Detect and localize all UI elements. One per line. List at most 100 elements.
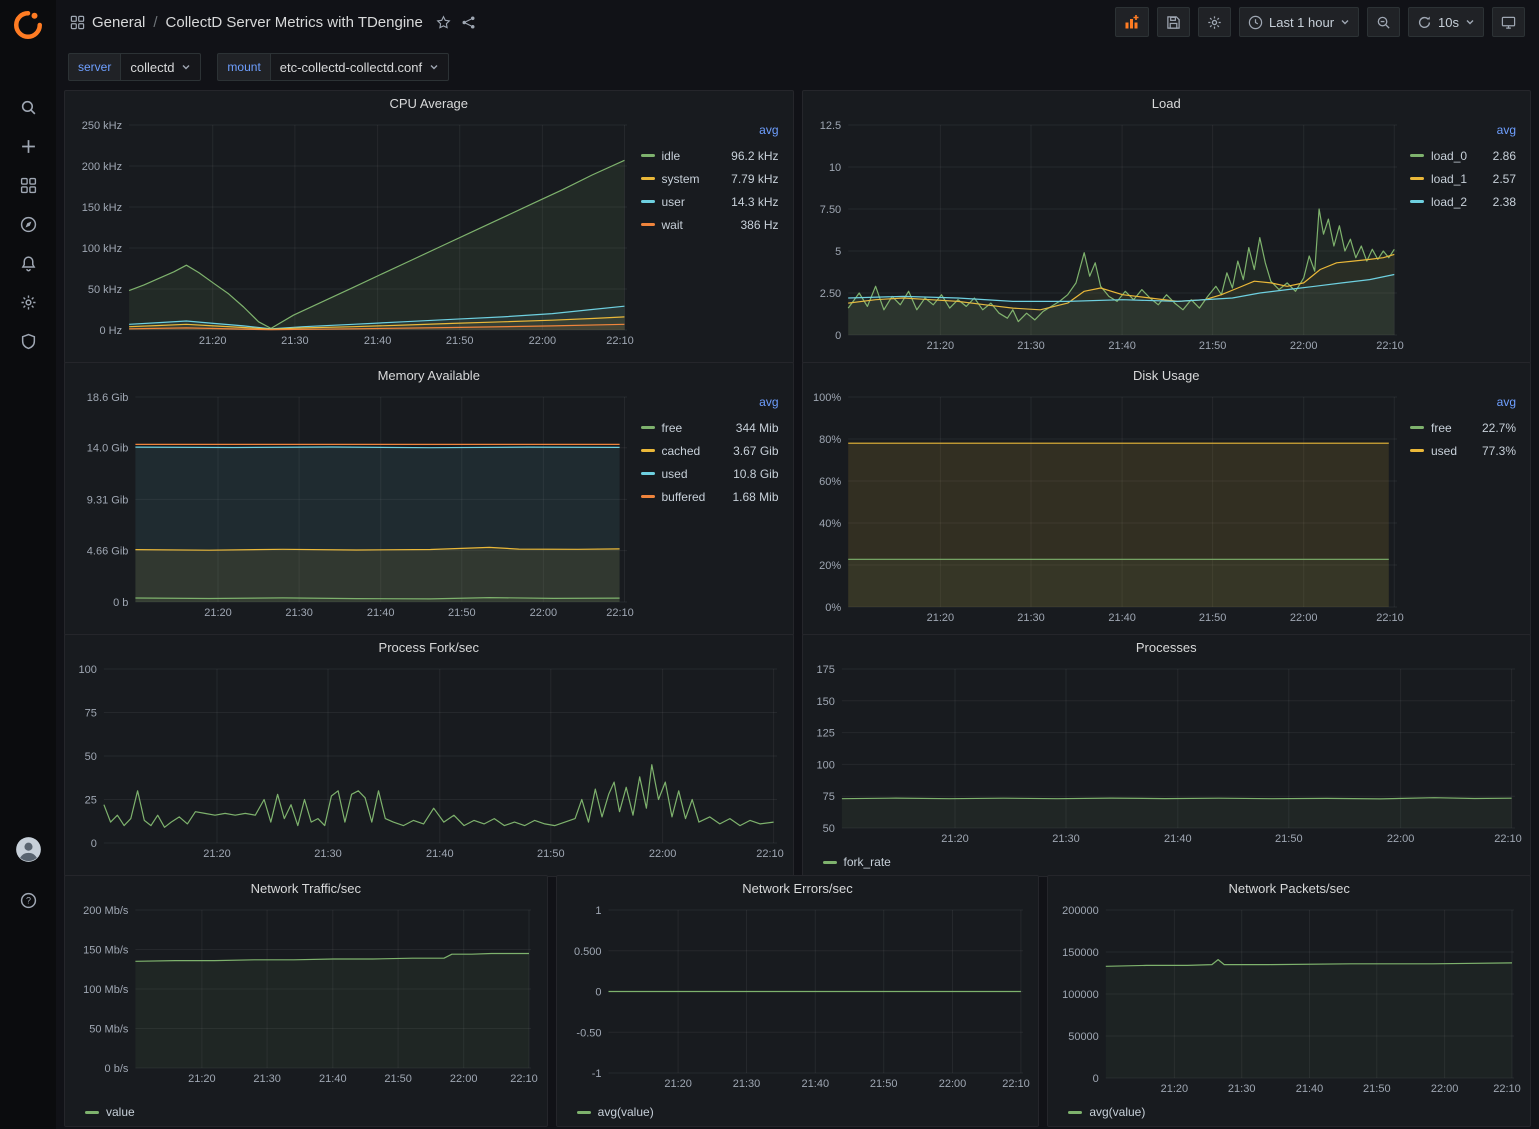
network-errors-chart[interactable]: 21:2021:3021:4021:5022:0022:10-1-0.5000.… xyxy=(563,902,1033,1102)
svg-text:100: 100 xyxy=(816,759,834,771)
legend-item[interactable]: fork_rate xyxy=(823,852,891,872)
save-dashboard-button[interactable] xyxy=(1157,7,1190,37)
series-color-swatch xyxy=(823,861,837,864)
legend-item[interactable]: used77.3% xyxy=(1410,439,1516,462)
series-color-swatch xyxy=(641,495,655,498)
legend-item[interactable]: avg(value) xyxy=(577,1102,654,1122)
series-color-swatch xyxy=(577,1111,591,1114)
variable-server-dropdown[interactable]: collectd xyxy=(120,53,201,81)
configuration-gear-icon[interactable] xyxy=(6,283,50,322)
legend-item[interactable]: avg(value) xyxy=(1068,1102,1145,1122)
variable-mount-dropdown[interactable]: etc-collectd-collectd.conf xyxy=(270,53,449,81)
svg-text:20%: 20% xyxy=(819,560,841,572)
process-fork-chart[interactable]: 21:2021:3021:4021:5022:0022:100255075100 xyxy=(71,661,787,872)
series-color-swatch xyxy=(1410,154,1424,157)
explore-compass-icon[interactable] xyxy=(6,205,50,244)
memory-available-chart[interactable]: 21:2021:3021:4021:5022:0022:100 b4.66 Gi… xyxy=(71,389,637,631)
svg-text:22:00: 22:00 xyxy=(649,848,677,860)
series-color-swatch xyxy=(641,177,655,180)
svg-text:100000: 100000 xyxy=(1062,989,1099,1001)
dashboards-grid-icon[interactable] xyxy=(6,166,50,205)
legend-item[interactable]: load_12.57 xyxy=(1410,167,1516,190)
processes-chart[interactable]: 21:2021:3021:4021:5022:0022:105075100125… xyxy=(809,661,1525,852)
svg-text:21:50: 21:50 xyxy=(1198,340,1226,352)
cpu-average-chart[interactable]: 21:2021:3021:4021:5022:0022:100 Hz50 kHz… xyxy=(71,117,637,359)
legend-item[interactable]: cached3.67 Gib xyxy=(641,439,779,462)
svg-text:22:10: 22:10 xyxy=(1494,833,1522,845)
user-avatar[interactable] xyxy=(6,830,50,869)
svg-text:22:10: 22:10 xyxy=(510,1073,538,1085)
disk-usage-chart[interactable]: 21:2021:3021:4021:5022:0022:100%20%40%60… xyxy=(809,389,1407,631)
legend-item[interactable]: free344 Mib xyxy=(641,416,779,439)
panel-title[interactable]: Disk Usage xyxy=(809,363,1525,389)
panel-title[interactable]: Network Packets/sec xyxy=(1054,876,1524,902)
panel-title[interactable]: CPU Average xyxy=(71,91,787,117)
alerting-bell-icon[interactable] xyxy=(6,244,50,283)
svg-text:22:10: 22:10 xyxy=(606,335,634,347)
panel-network-errors: Network Errors/sec 21:2021:3021:4021:502… xyxy=(556,875,1040,1127)
svg-text:21:20: 21:20 xyxy=(941,833,969,845)
legend-item[interactable]: load_02.86 xyxy=(1410,144,1516,167)
series-color-swatch xyxy=(641,472,655,475)
svg-text:150 kHz: 150 kHz xyxy=(82,202,122,214)
panel-title[interactable]: Load xyxy=(809,91,1525,117)
legend-item[interactable]: buffered1.68 Mib xyxy=(641,485,779,508)
svg-text:21:20: 21:20 xyxy=(664,1078,692,1090)
dashboard-settings-button[interactable] xyxy=(1198,7,1231,37)
legend-item[interactable]: idle96.2 kHz xyxy=(641,144,779,167)
help-question-icon[interactable]: ? xyxy=(6,881,50,920)
svg-text:22:00: 22:00 xyxy=(938,1078,966,1090)
panel-title[interactable]: Processes xyxy=(809,635,1525,661)
network-traffic-chart[interactable]: 21:2021:3021:4021:5022:0022:100 b/s50 Mb… xyxy=(71,902,541,1102)
legend-item[interactable]: system7.79 kHz xyxy=(641,167,779,190)
network-packets-chart[interactable]: 21:2021:3021:4021:5022:0022:100500001000… xyxy=(1054,902,1524,1102)
panel-title[interactable]: Network Traffic/sec xyxy=(71,876,541,902)
svg-text:4.66 Gib: 4.66 Gib xyxy=(87,546,129,558)
share-icon[interactable] xyxy=(461,15,476,30)
legend-avg-header: avg xyxy=(1410,123,1516,144)
create-plus-icon[interactable] xyxy=(6,127,50,166)
server-admin-shield-icon[interactable] xyxy=(6,322,50,361)
legend-item[interactable]: used10.8 Gib xyxy=(641,462,779,485)
svg-text:22:10: 22:10 xyxy=(1376,340,1404,352)
panel-title[interactable]: Process Fork/sec xyxy=(71,635,787,661)
load-chart[interactable]: 21:2021:3021:4021:5022:0022:1002.5057.50… xyxy=(809,117,1407,359)
legend-avg-header: avg xyxy=(641,395,779,416)
legend-item[interactable]: load_22.38 xyxy=(1410,190,1516,213)
zoom-out-button[interactable] xyxy=(1367,7,1400,37)
svg-text:22:10: 22:10 xyxy=(756,848,784,860)
series-label: buffered xyxy=(662,490,706,504)
cycle-view-mode-button[interactable] xyxy=(1492,7,1525,37)
breadcrumb-folder[interactable]: General xyxy=(92,14,145,31)
series-label: used xyxy=(662,467,688,481)
svg-text:21:30: 21:30 xyxy=(314,848,342,860)
search-icon[interactable] xyxy=(6,88,50,127)
breadcrumb-separator: / xyxy=(153,14,157,31)
svg-text:22:00: 22:00 xyxy=(1431,1083,1459,1095)
add-panel-button[interactable] xyxy=(1115,7,1149,37)
time-range-label: Last 1 hour xyxy=(1269,15,1334,30)
legend-item[interactable]: free22.7% xyxy=(1410,416,1516,439)
panel-title[interactable]: Memory Available xyxy=(71,363,787,389)
star-icon[interactable] xyxy=(436,15,451,30)
series-avg-value: 344 Mib xyxy=(736,421,779,435)
page-title[interactable]: CollectD Server Metrics with TDengine xyxy=(166,14,423,31)
panel-title[interactable]: Network Errors/sec xyxy=(563,876,1033,902)
series-avg-value: 2.86 xyxy=(1493,149,1516,163)
cpu-average-legend: avgidle96.2 kHzsystem7.79 kHzuser14.3 kH… xyxy=(637,117,787,359)
grafana-logo[interactable] xyxy=(11,8,45,42)
legend-item[interactable]: user14.3 kHz xyxy=(641,190,779,213)
series-color-swatch xyxy=(85,1111,99,1114)
svg-text:22:10: 22:10 xyxy=(606,607,634,619)
legend-item[interactable]: value xyxy=(85,1102,135,1122)
svg-text:150 Mb/s: 150 Mb/s xyxy=(83,945,129,957)
svg-text:21:20: 21:20 xyxy=(1161,1083,1189,1095)
time-picker-button[interactable]: Last 1 hour xyxy=(1239,7,1359,37)
svg-text:21:50: 21:50 xyxy=(1363,1083,1391,1095)
svg-text:21:20: 21:20 xyxy=(199,335,227,347)
series-color-swatch xyxy=(641,154,655,157)
svg-text:75: 75 xyxy=(822,791,834,803)
refresh-button[interactable]: 10s xyxy=(1408,7,1484,37)
legend-item[interactable]: wait386 Hz xyxy=(641,213,779,236)
svg-text:21:30: 21:30 xyxy=(1228,1083,1256,1095)
